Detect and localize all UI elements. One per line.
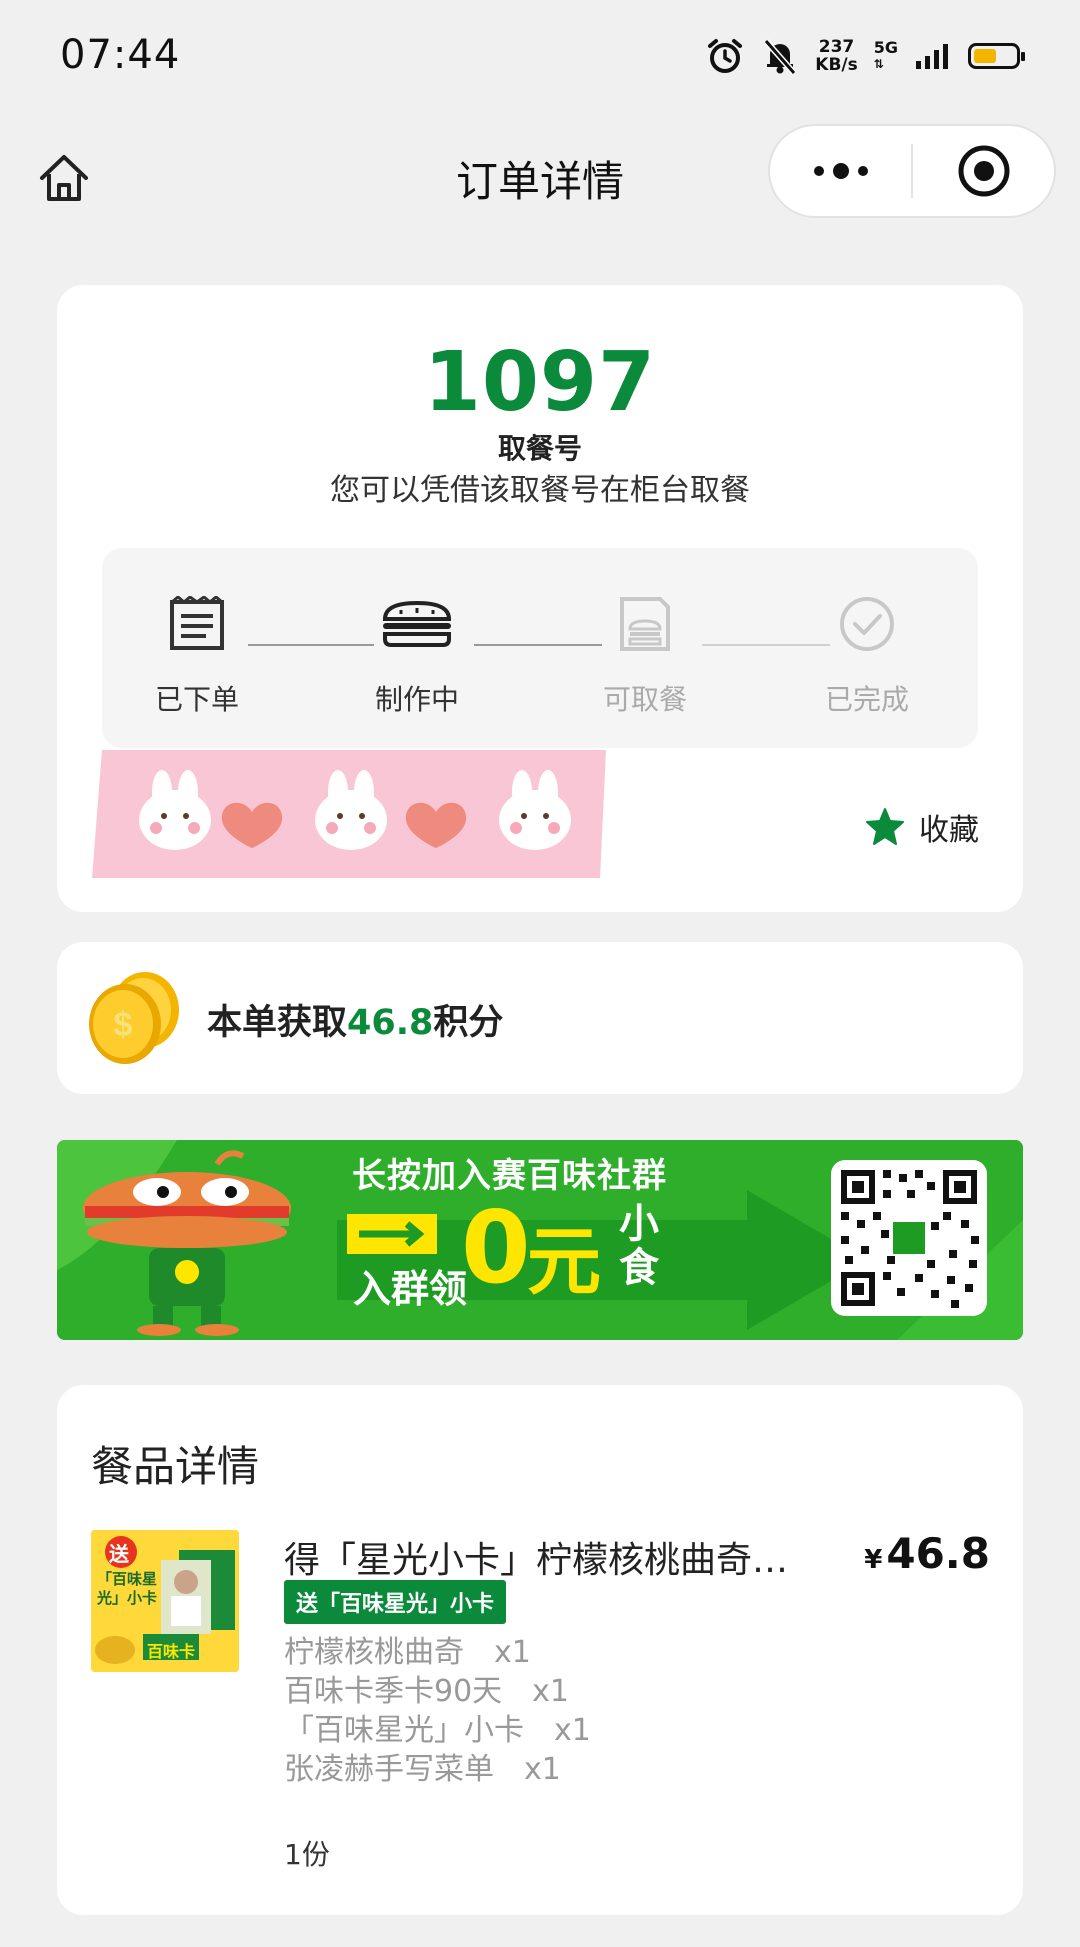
list-item: 柠檬核桃曲奇 x1 — [284, 1635, 531, 1670]
qr-code-icon — [841, 1170, 979, 1308]
list-item: 百味卡季卡90天 x1 — [284, 1674, 570, 1709]
step-completed: 已完成 — [792, 590, 942, 718]
order-progress: 已下单 制作中 可取餐 已完成 — [102, 548, 978, 748]
more-dots-icon — [813, 163, 868, 179]
step-label: 制作中 — [374, 683, 459, 716]
pickup-number: 1097 — [423, 335, 657, 430]
signal-icon — [916, 44, 948, 69]
mini-program-capsule — [768, 124, 1056, 218]
qr-code[interactable] — [831, 1160, 987, 1316]
image-card-label: 「百味星光」小卡 — [97, 1570, 158, 1607]
bag-icon — [620, 597, 670, 651]
pickup-label: 取餐号 — [497, 432, 582, 465]
network-indicator: 5G ⇅ — [874, 40, 898, 72]
target-circle-icon — [958, 145, 1009, 197]
status-icons: 237 KB/s 5G ⇅ — [705, 30, 1025, 82]
mute-bell-icon — [764, 39, 797, 75]
banner-yuan: 元 — [527, 1219, 601, 1305]
more-button[interactable] — [770, 126, 911, 216]
check-circle-icon — [840, 597, 894, 651]
banner-snack: 小食 — [619, 1201, 659, 1291]
pickup-card: 1097 取餐号 您可以凭借该取餐号在柜台取餐 已下单 制作中 可取餐 已完成 … — [57, 285, 1023, 912]
close-button[interactable] — [913, 126, 1054, 216]
burger-icon — [382, 601, 452, 647]
step-label: 可取餐 — [602, 683, 687, 716]
battery-icon — [968, 43, 1025, 69]
data-arrows-icon: ⇅ — [873, 57, 884, 71]
net-speed: 237 KB/s — [815, 38, 857, 74]
product-image[interactable]: 送 「百味星光」小卡 百味卡 — [91, 1530, 239, 1672]
step-preparing: 制作中 — [342, 590, 492, 718]
points-card: $ 本单获取46.8积分 — [57, 942, 1023, 1094]
join-group-banner[interactable]: 长按加入赛百味社群 入群领 0 元 小食 — [57, 1140, 1023, 1340]
net-speed-value: 237 — [818, 37, 855, 57]
favorite-label: 收藏 — [919, 813, 979, 848]
currency-symbol: ¥ — [864, 1545, 883, 1575]
alarm-icon — [708, 39, 743, 73]
points-suffix: 积分 — [433, 1003, 504, 1043]
product-price: ¥46.8 — [864, 1529, 990, 1578]
list-item: 张凌赫手写菜单 x1 — [284, 1752, 561, 1787]
image-badge-label: 百味卡 — [147, 1642, 196, 1661]
receipt-icon — [170, 596, 224, 650]
favorite-button[interactable]: 收藏 — [865, 805, 979, 849]
status-time: 07:44 — [60, 32, 181, 78]
bunny-washi-tape-sticker — [92, 750, 606, 878]
banner-zero: 0 — [461, 1189, 531, 1306]
points-prefix: 本单获取 — [207, 1003, 348, 1043]
list-item: 「百味星光」小卡 x1 — [284, 1713, 591, 1748]
nav-bar: 订单详情 — [0, 110, 1080, 240]
network-type: 5G — [873, 38, 898, 57]
step-ready: 可取餐 — [570, 590, 720, 718]
points-text: 本单获取46.8积分 — [207, 994, 503, 1045]
net-speed-unit: KB/s — [815, 55, 858, 75]
star-icon — [866, 808, 904, 845]
pickup-description: 您可以凭借该取餐号在柜台取餐 — [330, 473, 750, 508]
items-card: 餐品详情 送 「百味星光」小卡 百味卡 得「星光小卡」柠檬核桃曲奇… ¥46.8… — [57, 1385, 1023, 1915]
coins-icon: $ — [89, 972, 179, 1064]
step-label: 已完成 — [824, 683, 909, 716]
product-quantity: 1份 — [284, 1838, 330, 1871]
battery-fill — [974, 49, 996, 63]
sub-item-list: 柠檬核桃曲奇 x1 百味卡季卡90天 x1 「百味星光」小卡 x1 张凌赫手写菜… — [284, 1633, 591, 1789]
step-label: 已下单 — [154, 683, 239, 716]
banner-join-text: 入群领 — [353, 1267, 468, 1311]
image-gift-label: 送 — [109, 1542, 129, 1566]
product-name[interactable]: 得「星光小卡」柠檬核桃曲奇… — [284, 1531, 824, 1583]
sandwich-mascot-icon — [83, 1150, 291, 1336]
items-title: 餐品详情 — [91, 1442, 260, 1491]
step-ordered: 已下单 — [122, 590, 272, 718]
svg-text:$: $ — [114, 1006, 133, 1044]
gift-tag-badge: 送「百味星光」小卡 — [284, 1580, 507, 1624]
price-value: 46.8 — [886, 1529, 990, 1578]
status-bar: 07:44 237 KB/s 5G ⇅ — [0, 0, 1080, 110]
points-value: 46.8 — [347, 1003, 434, 1043]
